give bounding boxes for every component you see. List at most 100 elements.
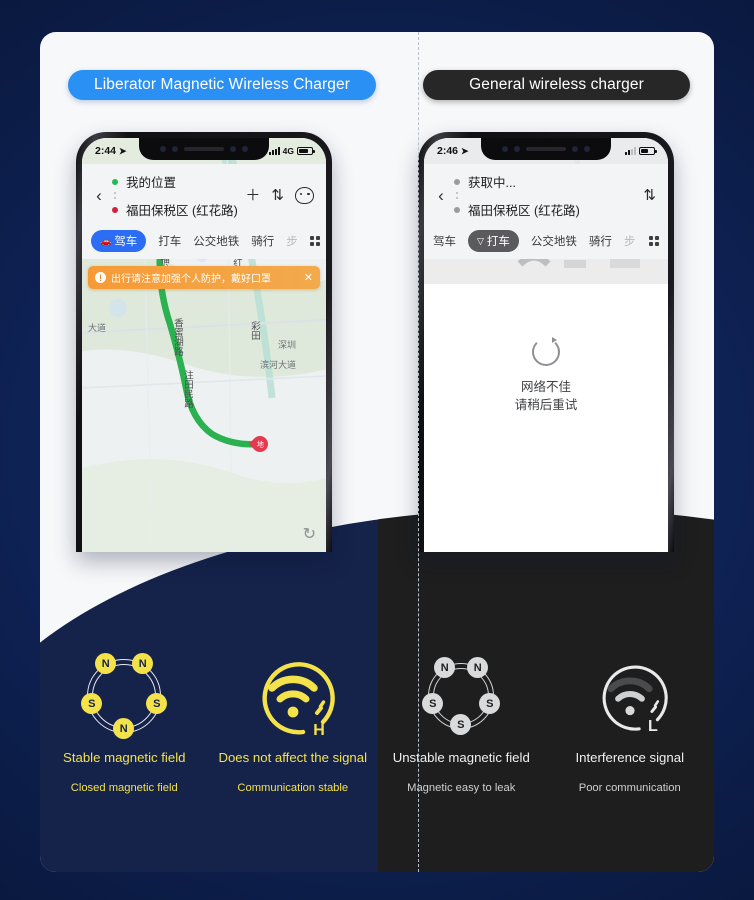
car-icon: 🚗 (100, 235, 112, 246)
warning-icon: ! (95, 272, 106, 283)
tab-label: 驾车 (114, 236, 138, 248)
feature-stable-magnetic-field: N N S S N Stable magnetic field Closed m… (40, 644, 209, 854)
signal-bars-icon (625, 147, 636, 155)
feature-subtitle: Magnetic easy to leak (407, 782, 516, 794)
status-bar-right: 2:46 ➤ (424, 138, 668, 164)
network-error-block: 网络不佳 请稍后重试 (424, 337, 668, 414)
tab-cycling-right[interactable]: 骑行 (589, 233, 612, 249)
swap-route-icon[interactable]: ⇅ (643, 188, 656, 203)
origin-text: 我的位置 (126, 176, 177, 190)
tab-taxi-left[interactable]: 打车 (158, 233, 181, 249)
magnet-node: S (479, 693, 501, 714)
route-fields-left: 我的位置 福田保税区 (红花路) (108, 171, 245, 220)
wifi-signal-icon: L (588, 644, 672, 748)
health-notice-banner: ! 出行请注意加强个人防护，戴好口罩 ✕ (88, 266, 320, 289)
feature-title: Stable magnetic field (63, 750, 186, 765)
map-poi-label: 地 (256, 441, 264, 448)
origin-dot-icon (454, 178, 460, 185)
feature-interference-signal: L Interference signal Poor communication (546, 644, 715, 854)
add-waypoint-icon[interactable]: ＋ (245, 188, 260, 203)
map-label: 香蜜湖路 (172, 318, 183, 356)
tab-label: 打车 (486, 236, 510, 248)
destination-field[interactable]: 福田保税区 (红花路) (454, 199, 643, 220)
feature-title: Does not affect the signal (218, 750, 368, 765)
tab-walking-left[interactable]: 步 (286, 233, 298, 249)
route-connector (114, 192, 245, 199)
wifi-glyph (602, 665, 668, 731)
retry-spinner-icon[interactable] (532, 337, 560, 366)
route-header-right: ‹ 获取中... 福田保税区 (红花路) ⇅ (424, 164, 668, 229)
origin-text: 获取中... (468, 176, 516, 190)
phone-screen-right: 龙岗区 选择推荐上车位置，理短更快 › 网络不佳 请稍后重试 (424, 138, 668, 552)
more-modes-grid-icon[interactable] (649, 236, 659, 246)
tab-cycling-left[interactable]: 骑行 (251, 233, 274, 249)
origin-dot-icon (112, 178, 118, 185)
error-line-1: 网络不佳 (520, 380, 571, 394)
transport-tabs-left: 🚗 驾车 打车 公交地铁 骑行 步 (82, 229, 326, 259)
destination-dot-icon (454, 206, 460, 213)
center-divider (418, 32, 419, 872)
location-arrow-icon: ➤ (119, 145, 127, 156)
status-time: 2:46 (437, 145, 459, 157)
feature-unstable-magnetic-field: N N S S S Unstable magnetic field Magnet… (377, 644, 546, 854)
destination-dot-icon (112, 206, 118, 213)
taxi-icon: ▽ (477, 235, 484, 246)
network-type-label: 4G (282, 146, 294, 156)
map-refresh-icon[interactable]: ↻ (303, 524, 316, 544)
magnet-ring-icon: N N S S N (81, 644, 168, 748)
close-alert-icon[interactable]: ✕ (304, 271, 313, 284)
phone-mockup-left: ▤ 地 福龙路 香蜜湖路 注田民路 红民路 彩田 深圳 大道 滨河大道 R 已完… (76, 132, 332, 552)
back-button-left[interactable]: ‹ (90, 187, 108, 204)
location-arrow-icon: ➤ (461, 145, 469, 156)
destination-field[interactable]: 福田保税区 (红花路) (112, 199, 245, 220)
map-label: 注田民路 (182, 370, 193, 408)
map-label: 滨河大道 (260, 360, 297, 370)
avatar-face-icon[interactable] (295, 187, 314, 204)
alert-text: 出行请注意加强个人防护，戴好口罩 (111, 274, 271, 285)
phone-frame-left: ▤ 地 福龙路 香蜜湖路 注田民路 红民路 彩田 深圳 大道 滨河大道 R 已完… (76, 132, 332, 552)
back-button-right[interactable]: ‹ (432, 187, 450, 204)
transport-tabs-right: 驾车 ▽ 打车 公交地铁 骑行 步 (424, 229, 668, 259)
wifi-signal-icon: H (247, 644, 339, 748)
status-bar-left: 2:44 ➤ 4G (82, 138, 326, 164)
tab-drive-right[interactable]: 驾车 (433, 233, 456, 249)
feature-signal-unaffected: H Does not affect the signal Communicati… (209, 644, 378, 854)
route-actions-right: ⇅ (643, 188, 658, 203)
route-actions-left: ＋ ⇅ (245, 187, 316, 204)
route-fields-right: 获取中... 福田保税区 (红花路) (450, 171, 643, 220)
more-modes-grid-icon[interactable] (309, 236, 320, 246)
error-message: 网络不佳 请稍后重试 (515, 378, 578, 414)
map-label: 大道 (88, 323, 107, 333)
tab-drive-left[interactable]: 🚗 驾车 (91, 230, 147, 252)
magnet-ring-icon: N N S S S (422, 644, 501, 748)
wifi-glyph (262, 662, 335, 735)
status-time: 2:44 (95, 145, 117, 157)
tab-transit-right[interactable]: 公交地铁 (531, 233, 577, 249)
swap-route-icon[interactable]: ⇅ (271, 188, 284, 203)
wifi-level-label: H (313, 722, 325, 739)
battery-icon (297, 147, 315, 155)
feature-title: Unstable magnetic field (392, 750, 530, 765)
magnet-node: N (113, 718, 135, 739)
battery-icon (639, 147, 657, 155)
product-badge-liberator: Liberator Magnetic Wireless Charger (68, 70, 376, 100)
tab-taxi-right[interactable]: ▽ 打车 (468, 230, 519, 252)
error-line-2: 请稍后重试 (514, 398, 578, 413)
origin-field[interactable]: 我的位置 (112, 171, 245, 192)
feature-subtitle: Poor communication (578, 782, 681, 794)
comparison-card: ▤ 地 福龙路 香蜜湖路 注田民路 红民路 彩田 深圳 大道 滨河大道 R 已完… (40, 32, 714, 872)
tab-walking-right[interactable]: 步 (624, 233, 636, 249)
wifi-level-label: L (647, 718, 658, 735)
destination-text: 福田保税区 (红花路) (126, 204, 238, 218)
map-label: 彩田 (249, 321, 260, 340)
map-label: 深圳 (278, 340, 297, 350)
phone-mockup-right: 龙岗区 选择推荐上车位置，理短更快 › 网络不佳 请稍后重试 (418, 132, 674, 552)
destination-text: 福田保税区 (红花路) (468, 204, 580, 218)
tab-transit-left[interactable]: 公交地铁 (193, 233, 239, 249)
feature-subtitle: Communication stable (237, 782, 349, 794)
feature-title: Interference signal (575, 750, 685, 765)
blank-content-sheet (424, 284, 668, 552)
magnet-node: S (146, 693, 168, 714)
origin-field[interactable]: 获取中... (454, 171, 643, 192)
magnet-node: S (450, 714, 472, 735)
